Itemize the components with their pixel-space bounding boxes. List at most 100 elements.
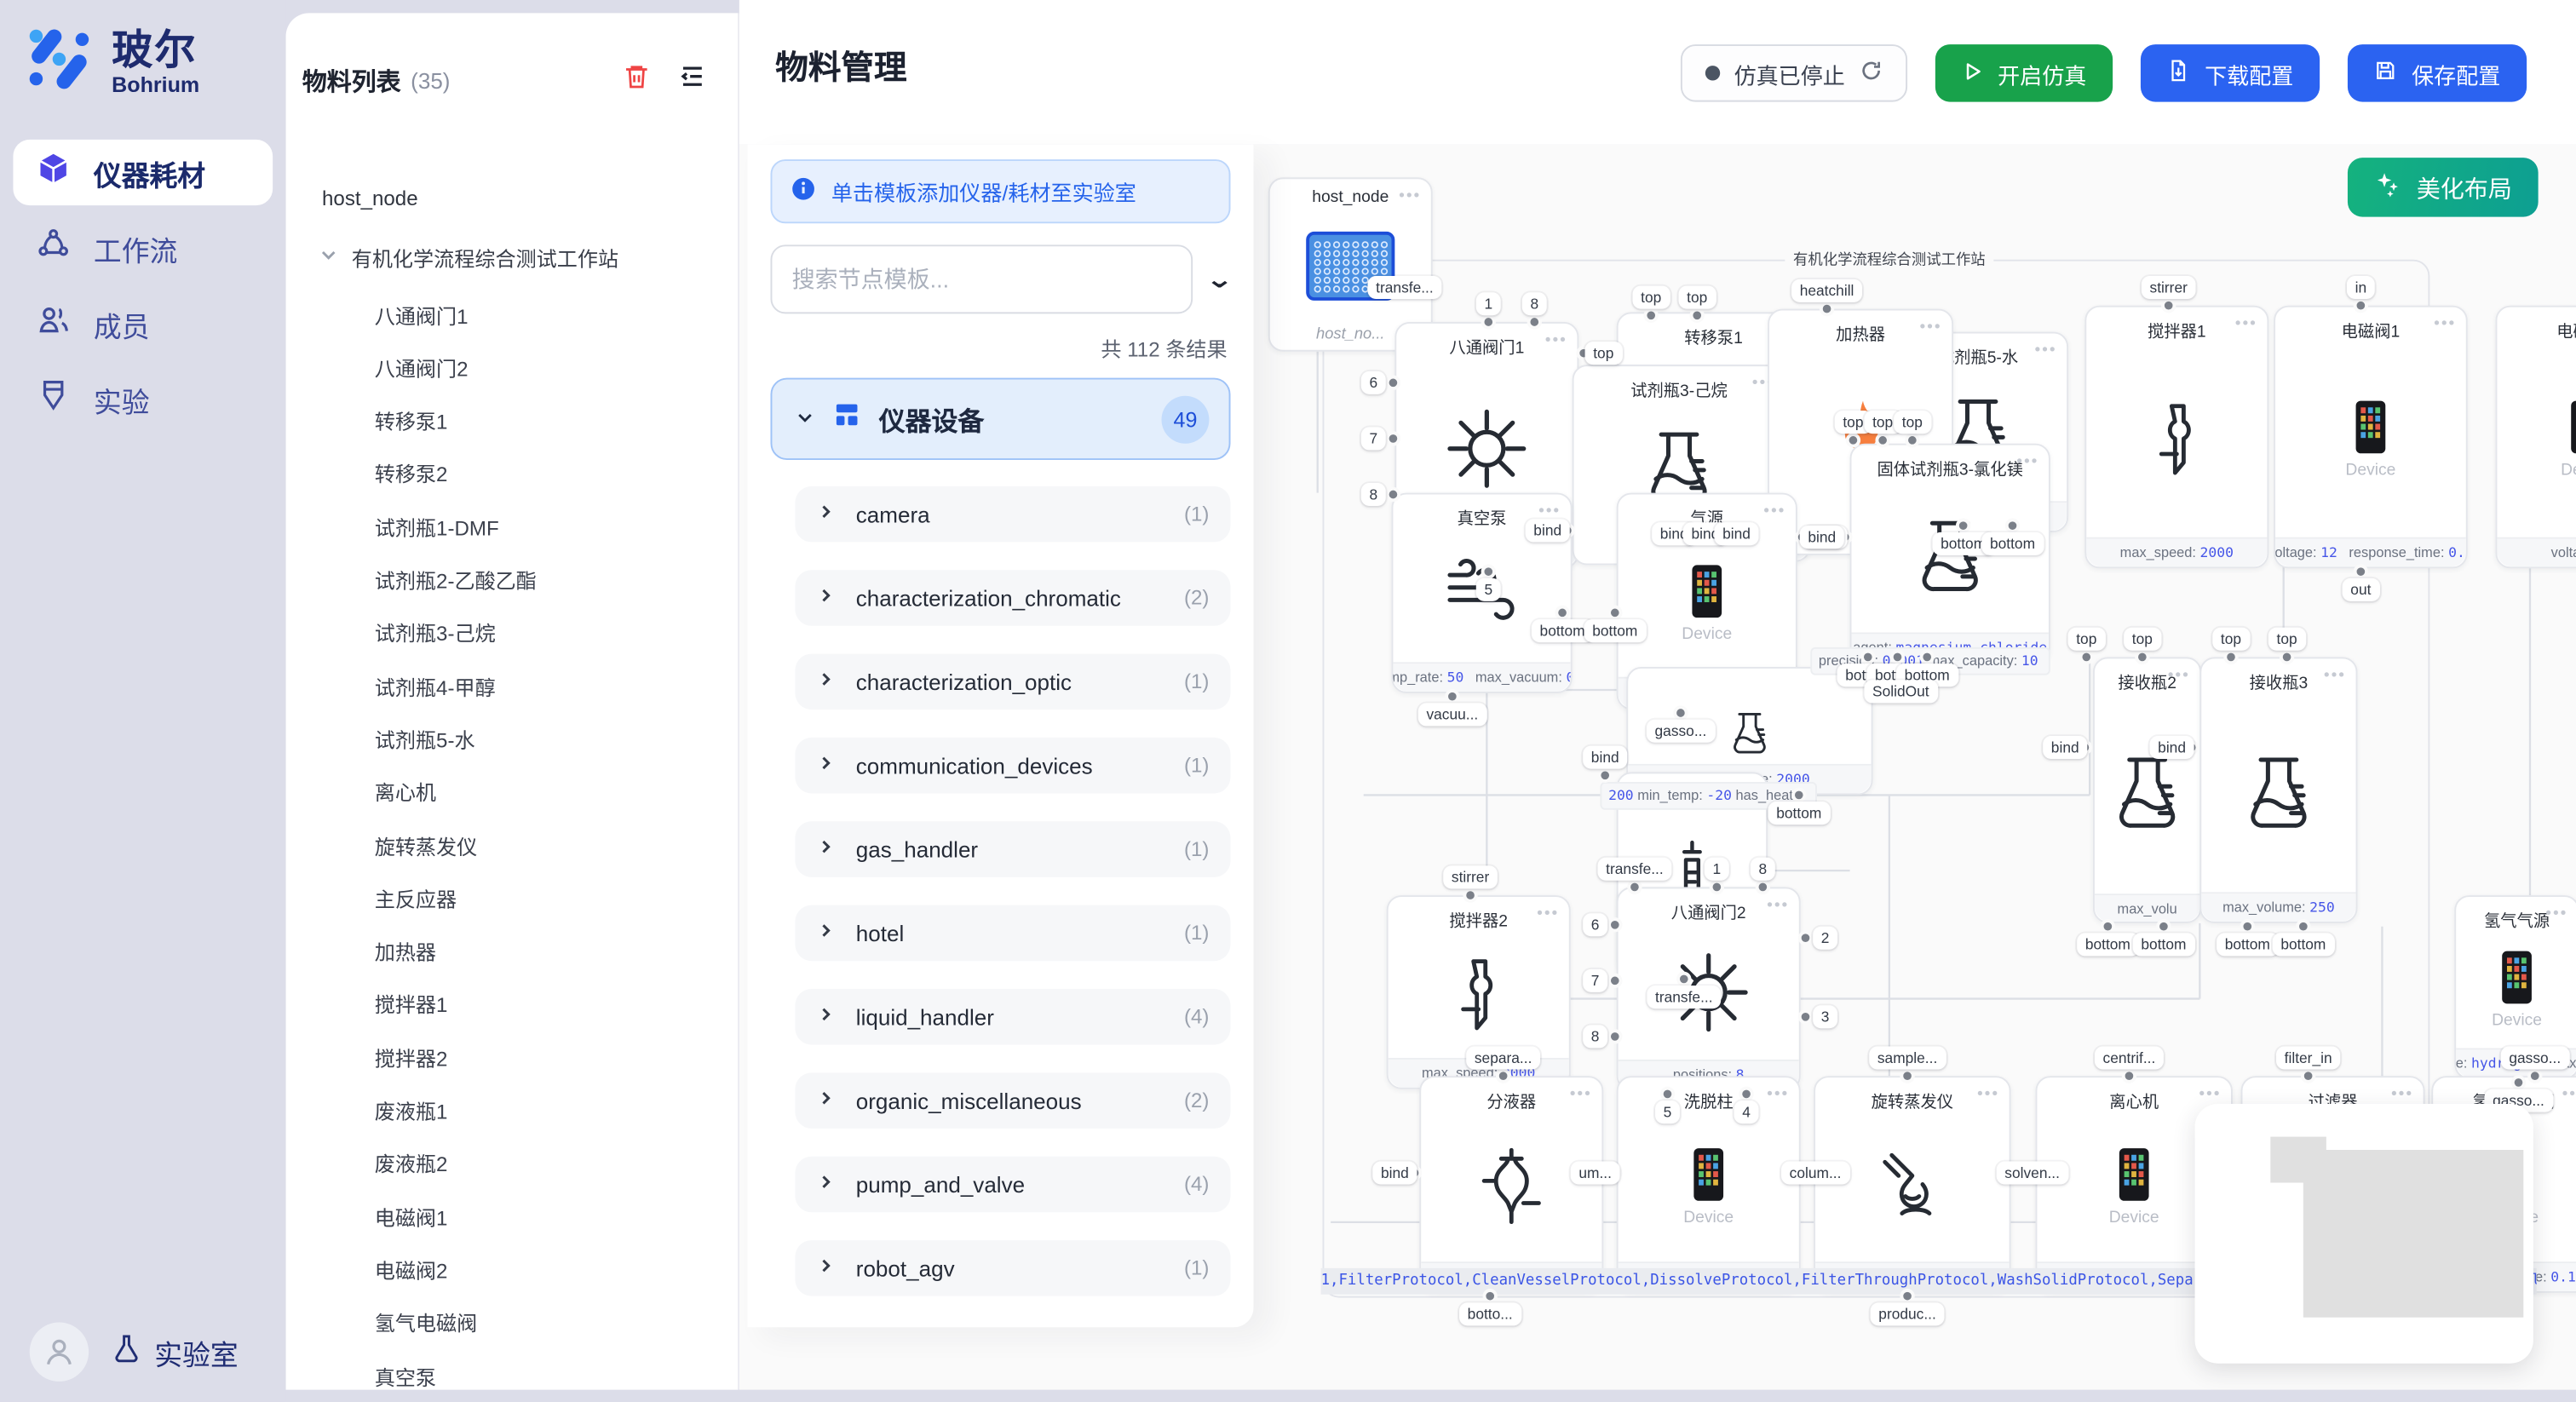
port-bind[interactable]: bind <box>1526 519 1570 542</box>
tree-item[interactable]: 氢气电磁阀 <box>286 1301 738 1343</box>
tree-item[interactable]: 主反应器 <box>286 876 738 919</box>
port-7[interactable]: 7 <box>1583 969 1607 992</box>
port-2[interactable]: 2 <box>1813 927 1837 950</box>
port-dot[interactable] <box>1496 1069 1510 1083</box>
port-top[interactable]: top <box>1679 286 1716 309</box>
port-5[interactable]: 5 <box>1476 578 1501 601</box>
port-produc[interactable]: produc... <box>1871 1302 1945 1325</box>
port-stirrer[interactable]: stirrer <box>2142 276 2196 299</box>
port-dot[interactable] <box>1710 880 1724 894</box>
port-dot[interactable] <box>2527 1069 2542 1083</box>
port-bind[interactable]: bind <box>1714 522 1758 545</box>
port-dot[interactable] <box>2122 1069 2136 1083</box>
tree-item[interactable]: 八通阀门2 <box>286 346 738 388</box>
port-dot[interactable] <box>2354 564 2368 578</box>
port-heatchill[interactable]: heatchill <box>1791 279 1862 302</box>
tree-item[interactable]: 废液瓶2 <box>286 1141 738 1184</box>
tree-item[interactable]: 试剂瓶1-DMF <box>286 504 738 547</box>
category-characterization_optic[interactable]: characterization_optic(1) <box>795 654 1230 710</box>
sidebar-item-members[interactable]: 成员 <box>13 290 273 356</box>
port-dot[interactable] <box>1386 487 1400 502</box>
port-6[interactable]: 6 <box>1583 913 1607 936</box>
tree-item-host-node[interactable]: host_node <box>286 177 738 220</box>
port-dot[interactable] <box>2354 298 2368 313</box>
canvas-node[interactable]: 接收瓶2•••max_volutoptopbindbottombottom <box>2093 657 2201 922</box>
port-top[interactable]: top <box>2124 628 2160 651</box>
node-menu-icon[interactable]: ••• <box>2016 453 2038 471</box>
category-communication_devices[interactable]: communication_devices(1) <box>795 738 1230 794</box>
canvas-node[interactable]: 接收瓶3•••max_volume: 250toptopbindbottombo… <box>2199 657 2357 922</box>
port-8[interactable]: 8 <box>1751 858 1775 881</box>
port-bind[interactable]: bind <box>1583 746 1627 769</box>
node-menu-icon[interactable]: ••• <box>2035 342 2057 359</box>
canvas-node[interactable]: 电磁阀1•••Devicevoltage: 12response_time: 0… <box>2274 306 2468 569</box>
node-menu-icon[interactable]: ••• <box>1767 1086 1789 1104</box>
collapse-palette-icon[interactable]: ⌄ <box>1205 264 1234 294</box>
search-input[interactable] <box>770 244 1193 313</box>
refresh-icon[interactable] <box>1860 59 1883 87</box>
port-botto[interactable]: botto... <box>1459 1302 1521 1325</box>
port-gasso[interactable]: gasso... <box>1647 720 1715 743</box>
port-dot[interactable] <box>1875 433 1889 447</box>
port-transfe[interactable]: transfe... <box>1368 276 1442 299</box>
port-transfe[interactable]: transfe... <box>1647 985 1721 1008</box>
port-dot[interactable] <box>1660 1087 1675 1101</box>
sidebar-item-experiment[interactable]: 实验 <box>13 366 273 432</box>
node-menu-icon[interactable]: ••• <box>2324 667 2346 685</box>
port-dot[interactable] <box>1900 1069 1914 1083</box>
port-colum[interactable]: colum... <box>1781 1161 1849 1184</box>
tree-item[interactable]: 转移泵1 <box>286 399 738 441</box>
port-bottom[interactable]: bottom <box>1584 619 1646 642</box>
minimap[interactable] <box>2195 1104 2533 1364</box>
port-top[interactable]: top <box>1894 411 1930 434</box>
tree-item[interactable]: 试剂瓶2-乙酸乙酯 <box>286 558 738 600</box>
start-simulation-button[interactable]: 开启仿真 <box>1935 44 2113 101</box>
node-menu-icon[interactable]: ••• <box>2562 1086 2576 1104</box>
port-dot[interactable] <box>1481 314 1496 329</box>
download-config-button[interactable]: 下载配置 <box>2141 44 2320 101</box>
port-4[interactable]: 4 <box>1734 1100 1759 1123</box>
port-bind[interactable]: bind <box>1372 1161 1417 1184</box>
port-bottom[interactable]: bottom <box>2133 933 2194 956</box>
port-SolidOut[interactable]: SolidOut <box>1864 680 1937 703</box>
port-stirrer[interactable]: stirrer <box>1443 865 1498 888</box>
tree-item[interactable]: 八通阀门1 <box>286 292 738 335</box>
tree-item[interactable]: 试剂瓶4-甲醇 <box>286 664 738 706</box>
port-dot[interactable] <box>1798 1009 1813 1024</box>
category-hotel[interactable]: hotel(1) <box>795 905 1230 962</box>
port-vacuu[interactable]: vacuu... <box>1418 703 1486 726</box>
port-um[interactable]: um... <box>1571 1161 1620 1184</box>
port-bind[interactable]: bind <box>2043 736 2087 759</box>
port-dot[interactable] <box>1607 1029 1622 1043</box>
beautify-layout-button[interactable]: 美化布局 <box>2348 158 2539 216</box>
port-dot[interactable] <box>1644 308 1659 323</box>
canvas-node[interactable]: 旋转蒸发仪•••temp: 180max_rotation_speedsampl… <box>1814 1076 2010 1293</box>
category-robot_agv[interactable]: robot_agv(1) <box>795 1240 1230 1296</box>
canvas-node[interactable]: 电磁阀2•••Devicevoltage: 12 <box>2495 306 2576 569</box>
node-menu-icon[interactable]: ••• <box>2545 905 2567 923</box>
node-menu-icon[interactable]: ••• <box>1767 897 1789 915</box>
port-dot[interactable] <box>1386 431 1400 445</box>
canvas-node[interactable]: 分液器•••volume: 250has_phases: truesepara.… <box>1419 1076 1603 1293</box>
port-3[interactable]: 3 <box>1813 1005 1837 1028</box>
node-menu-icon[interactable]: ••• <box>2199 1086 2221 1104</box>
tree-item[interactable]: 废液瓶1 <box>286 1089 738 1131</box>
port-sample[interactable]: sample... <box>1869 1046 1946 1069</box>
tree-item[interactable]: 旋转蒸发仪 <box>286 823 738 865</box>
port-dot[interactable] <box>1483 1289 1498 1303</box>
port-top[interactable]: top <box>2268 628 2305 651</box>
port-1[interactable]: 1 <box>1476 292 1501 315</box>
tree-item[interactable]: 加热器 <box>286 929 738 972</box>
port-dot[interactable] <box>2156 919 2171 934</box>
category-liquid_handler[interactable]: liquid_handler(4) <box>795 989 1230 1045</box>
avatar[interactable] <box>30 1322 89 1381</box>
port-top[interactable]: top <box>2212 628 2249 651</box>
tree-item[interactable]: 离心机 <box>286 770 738 813</box>
port-1[interactable]: 1 <box>1705 858 1729 881</box>
port-dot[interactable] <box>1890 650 1905 664</box>
port-8[interactable]: 8 <box>1522 292 1547 315</box>
port-dot[interactable] <box>1920 650 1935 664</box>
category-organic_miscellaneous[interactable]: organic_miscellaneous(2) <box>795 1072 1230 1129</box>
canvas-node[interactable]: 洗脱柱•••Devicediameter: 2.5column_type: si… <box>1617 1076 1801 1293</box>
port-dot[interactable] <box>1690 308 1705 323</box>
